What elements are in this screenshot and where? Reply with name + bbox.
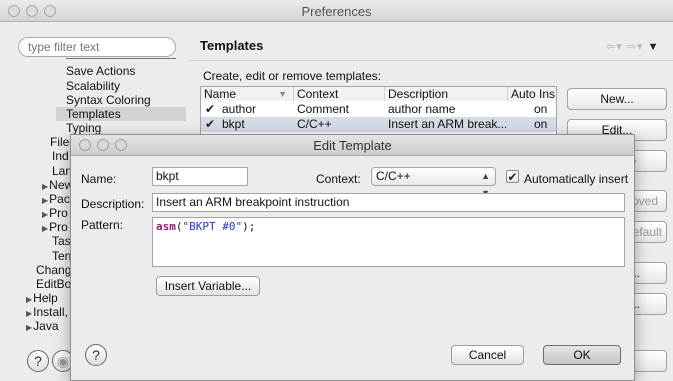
column-label: Name [204,87,237,101]
pattern-open-paren: ( [175,220,183,233]
row-description: Insert an ARM break... [388,117,506,131]
table-row[interactable]: ✔ author Comment author name on [201,102,556,117]
tree-item-label: Java [33,319,59,333]
tree-item-label: Pac [49,192,70,206]
column-header-context[interactable]: Context [294,87,385,101]
tree-item-label: Templates [66,107,121,121]
window-title: Preferences [301,4,372,19]
tree-item-ten[interactable]: Ten [52,249,71,263]
row-name: bkpt [222,117,245,131]
tree-item-pro-1[interactable]: ▶Pro [42,206,68,220]
pattern-editor[interactable]: asm("BKPT #0"); [152,217,625,267]
description-label: Description: [81,197,145,211]
expand-triangle-icon: ▶ [26,295,33,304]
tree-item-cut-off [66,56,186,61]
auto-insert-checkbox[interactable]: ✔ [506,170,519,183]
tree-item-java[interactable]: ▶Java [26,319,59,333]
back-arrow-icon[interactable]: ⇦▾ [606,41,623,53]
context-value: C/C++ [376,169,411,183]
cancel-button[interactable]: Cancel [451,345,524,365]
new-template-button[interactable]: New... [567,88,667,110]
tree-item-chang[interactable]: Chang [36,263,71,277]
column-header-name[interactable]: Name ▼ [201,87,294,101]
tree-item-label: Pro [49,220,68,234]
filter-input[interactable]: type filter text [18,37,176,57]
context-select[interactable]: C/C++ ▲▼ [371,167,496,198]
row-checkbox[interactable]: ✔ [205,103,217,115]
tree-item-ind[interactable]: Ind [52,149,69,163]
context-label: Context: [316,172,361,186]
row-auto-insert: on [534,117,548,131]
expand-triangle-icon: ▶ [42,182,49,191]
table-row[interactable]: ✔ bkpt C/C++ Insert an ARM break... on [201,117,556,132]
templates-description: Create, edit or remove templates: [203,69,382,83]
dialog-title: Edit Template [313,138,392,153]
tree-item-typing[interactable]: Typing [66,121,101,135]
name-field[interactable]: bkpt [152,167,248,186]
pattern-label: Pattern: [81,218,124,232]
tree-item-install[interactable]: ▶Install, [26,305,68,319]
row-auto-insert: on [534,102,548,116]
view-menu-icon[interactable]: ▼ [648,41,660,53]
dialog-help-icon[interactable]: ? [85,344,107,366]
expand-triangle-icon: ▶ [42,196,49,205]
tree-item-label: Help [33,291,58,305]
expand-triangle-icon: ▶ [42,224,49,233]
name-label: Name: [81,172,117,186]
insert-variable-button[interactable]: Insert Variable... [156,276,260,296]
tree-item-new[interactable]: ▶New [42,178,73,192]
tree-item-syntax-coloring[interactable]: Syntax Coloring [66,93,151,107]
row-description: author name [388,102,456,116]
tree-item-save-actions[interactable]: Save Actions [66,64,135,78]
forward-arrow-icon[interactable]: ⇨▾ [627,41,644,53]
tree-item-file[interactable]: File [50,135,69,149]
tree-item-pro-2[interactable]: ▶Pro [42,220,68,234]
column-header-auto-insert[interactable]: Auto Ins [508,87,556,101]
tree-item-label: Install, [33,305,68,319]
ok-button[interactable]: OK [543,345,621,365]
page-title: Templates [200,38,264,53]
tree-item-templates[interactable]: Templates [56,107,186,121]
row-checkbox[interactable]: ✔ [205,118,217,130]
expand-triangle-icon: ▶ [42,210,49,219]
row-context: Comment [297,102,350,116]
pattern-close: ); [242,220,256,233]
dialog-title-bar: Edit Template [71,135,634,156]
tree-item-editbox[interactable]: EditBo: [36,277,75,291]
tree-item-tas[interactable]: Tas [52,234,71,248]
expand-triangle-icon: ▶ [26,323,33,332]
history-nav: ⇦▾ ⇨▾ ▼ [606,40,660,53]
row-context: C/C++ [297,117,332,131]
tree-item-label: Pro [49,206,68,220]
edit-template-dialog: Edit Template Name: bkpt Context: C/C++ … [70,134,635,381]
header-divider [188,60,673,61]
sort-arrow-icon: ▼ [278,89,287,99]
pattern-string: "BKPT #0" [182,220,243,233]
auto-insert-label: Automatically insert [524,172,629,186]
title-bar: Preferences [0,0,673,22]
row-name: author [222,102,257,116]
tree-item-pac[interactable]: ▶Pac [42,192,70,206]
column-header-description[interactable]: Description [385,87,508,101]
description-field[interactable]: Insert an ARM breakpoint instruction [152,193,625,212]
tree-item-help[interactable]: ▶Help [26,291,58,305]
tree-item-scalability[interactable]: Scalability [66,79,120,93]
expand-triangle-icon: ▶ [26,309,33,318]
help-icon[interactable]: ? [27,350,49,372]
pattern-keyword: asm [156,220,176,233]
